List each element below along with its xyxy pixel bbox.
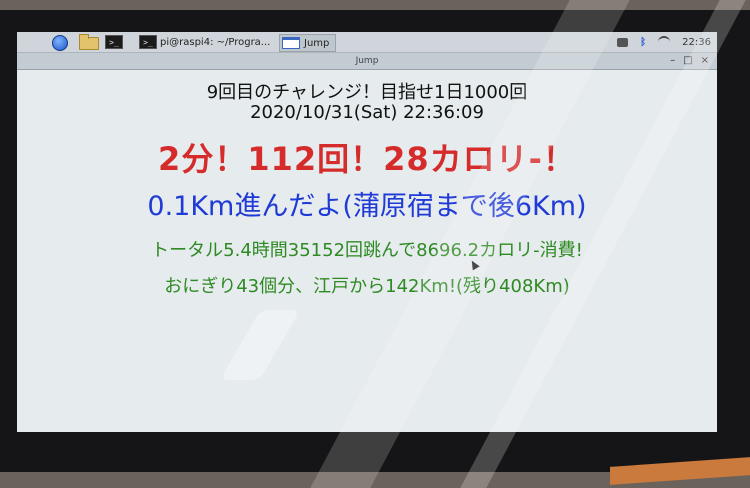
datetime: 2020/10/31(Sat) 22:36:09 — [250, 102, 484, 123]
terminal-icon: >_ — [139, 35, 157, 49]
wifi-icon[interactable] — [658, 36, 671, 48]
browser-globe-icon[interactable] — [52, 35, 68, 51]
terminal-icon: >_ — [105, 35, 123, 49]
window-title: Jump — [355, 56, 379, 66]
task-terminal-label: pi@raspi4: ~/Progra... — [160, 36, 271, 48]
task-jump-label: Jump — [304, 37, 330, 49]
session-result: 2分！112回！28カロリ-！ — [158, 140, 576, 178]
camera-icon[interactable] — [617, 37, 629, 47]
challenge-title: 9回目のチャレンジ！目指せ1日1000回 — [206, 82, 528, 103]
window-icon — [282, 37, 300, 49]
file-manager-folder-icon[interactable] — [79, 34, 99, 50]
bluetooth-icon[interactable]: ᛒ — [640, 37, 646, 48]
task-jump-window[interactable]: Jump — [279, 34, 337, 52]
task-terminal-window[interactable]: >_ pi@raspi4: ~/Progra... — [139, 34, 270, 50]
taskbar: >_ >_ pi@raspi4: ~/Progra... Jump ᛒ 22:3… — [17, 32, 717, 53]
terminal-launcher-button[interactable]: >_ — [105, 34, 126, 50]
journey-stats: おにぎり43個分、江戸から142Km!(残り408Km) — [164, 276, 570, 297]
window-titlebar[interactable]: Jump – □ × — [17, 53, 717, 70]
minimize-button[interactable]: – — [670, 53, 675, 69]
